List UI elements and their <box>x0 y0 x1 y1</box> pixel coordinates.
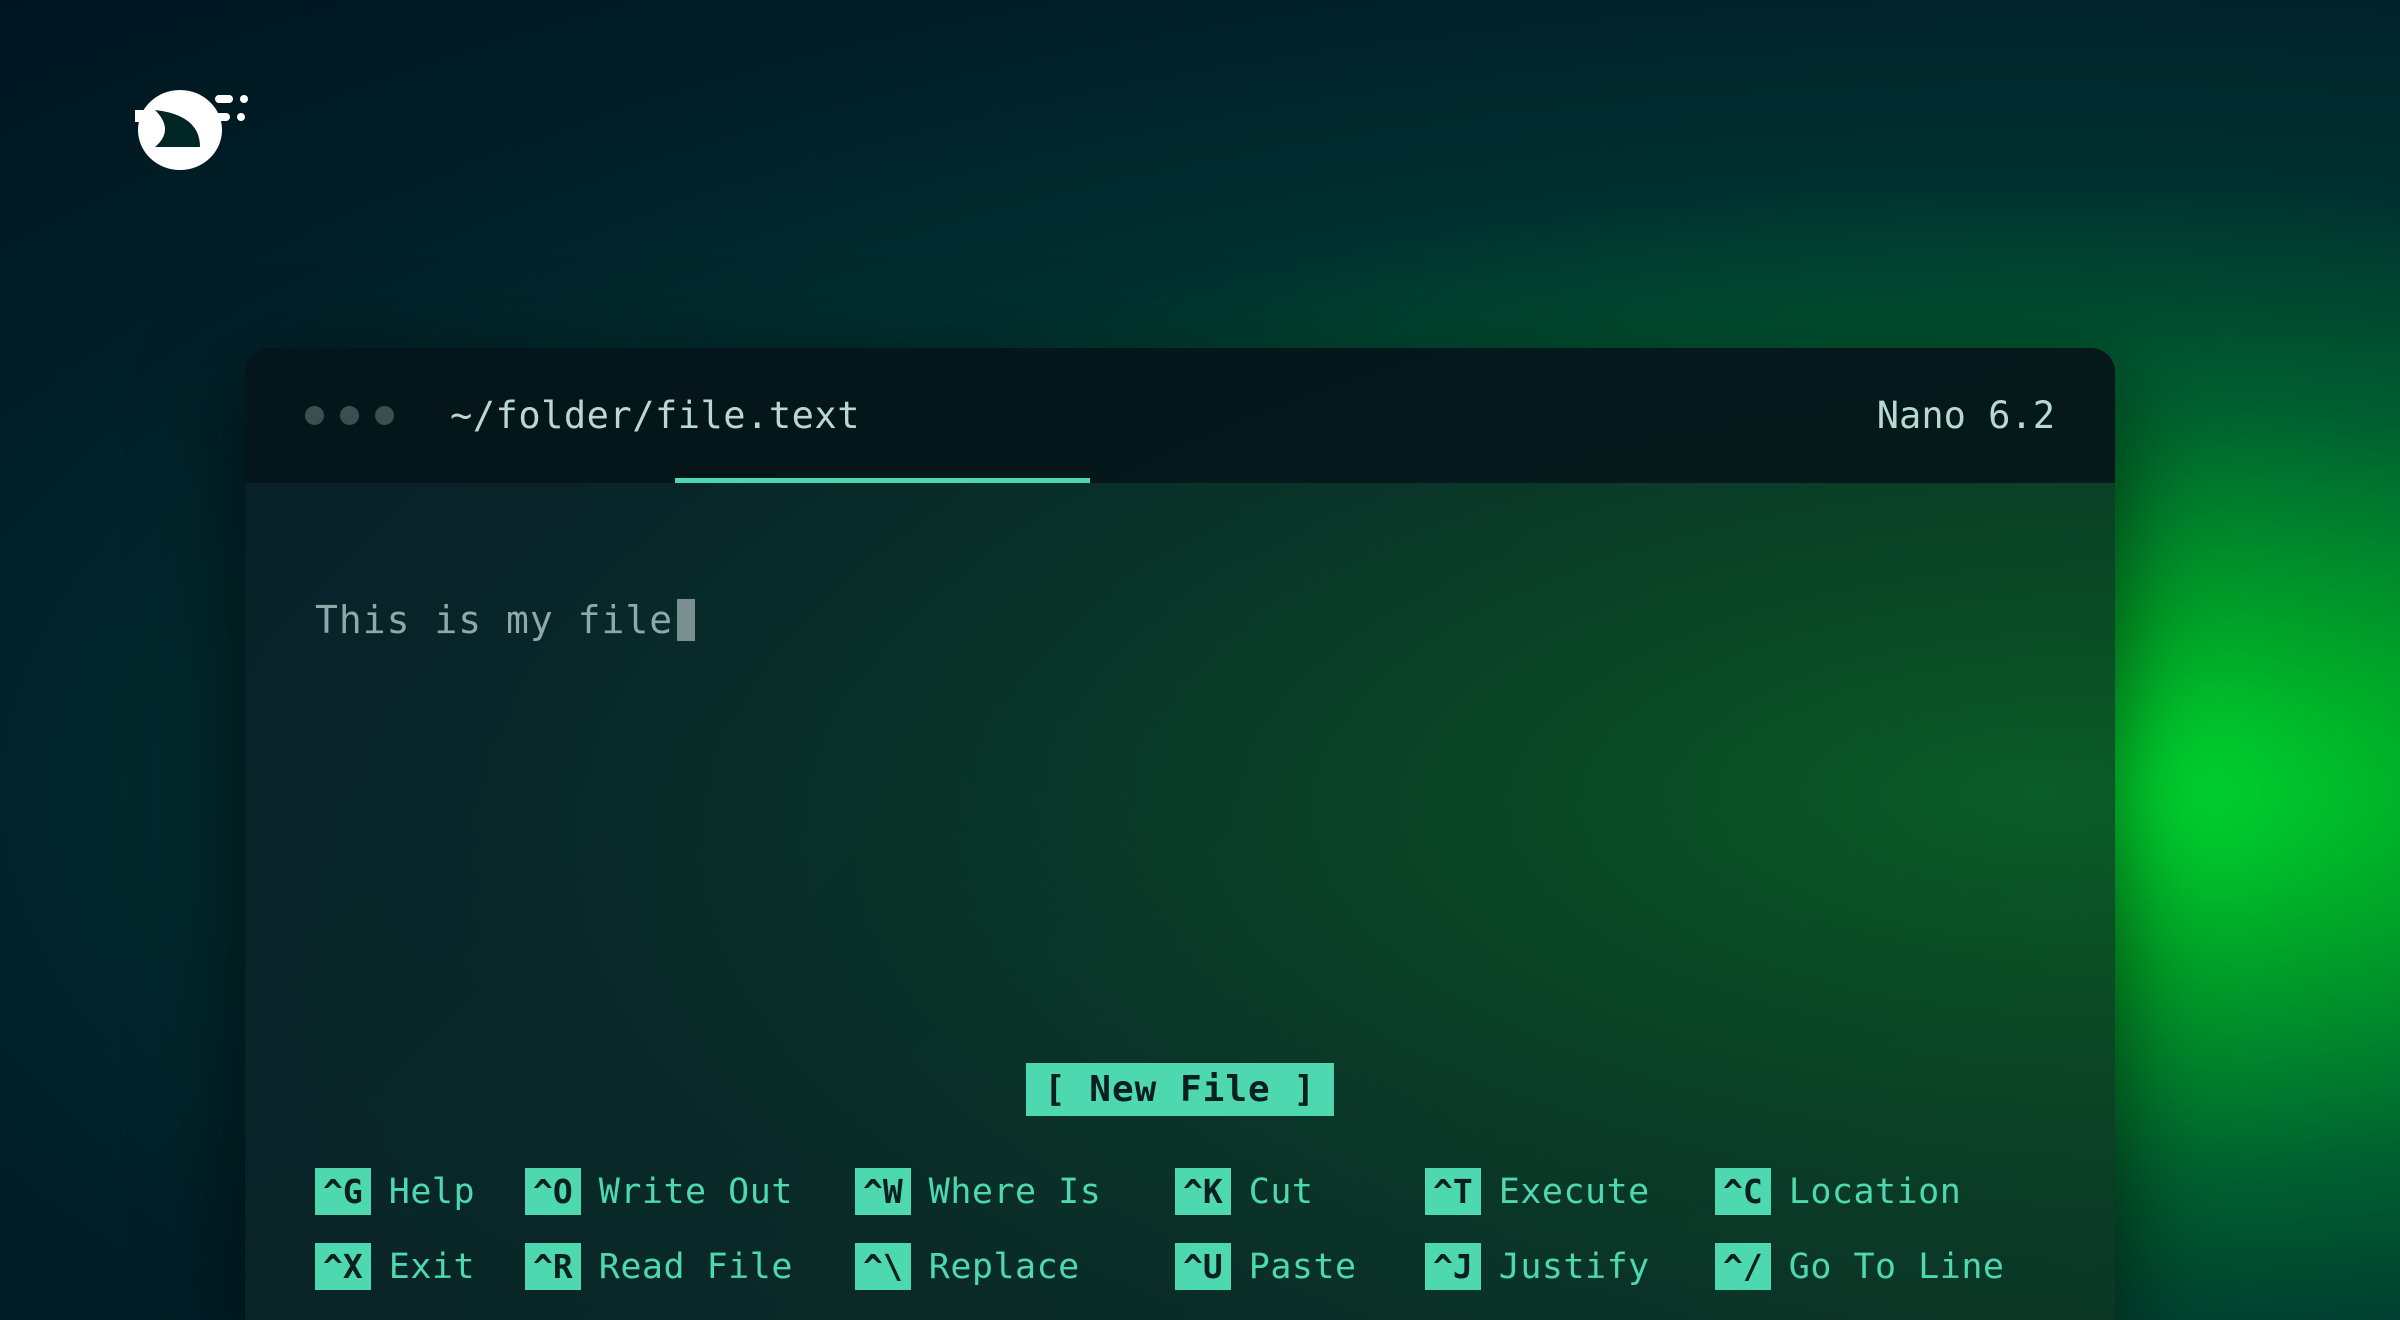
shortcut-cut[interactable]: ^K Cut <box>1175 1168 1425 1215</box>
shortcut-where-is[interactable]: ^W Where Is <box>855 1168 1175 1215</box>
terminal-window: ~/folder/file.text Nano 6.2 This is my f… <box>245 348 2115 1320</box>
shortcut-go-to-line[interactable]: ^/ Go To Line <box>1715 1243 2045 1290</box>
editor-body[interactable]: This is my file [ New File ] ^G Help ^O … <box>245 483 2115 1320</box>
editor-version: Nano 6.2 <box>1877 394 2055 437</box>
shortcut-key: ^R <box>525 1243 581 1290</box>
shortcut-label: Location <box>1789 1172 1962 1212</box>
shortcut-read-file[interactable]: ^R Read File <box>525 1243 855 1290</box>
brand-logo <box>105 75 255 175</box>
shortcut-key: ^\ <box>855 1243 911 1290</box>
shortcut-key: ^X <box>315 1243 371 1290</box>
shortcut-replace[interactable]: ^\ Replace <box>855 1243 1175 1290</box>
shortcuts-bar: ^G Help ^O Write Out ^W Where Is ^K Cut … <box>315 1168 2045 1290</box>
shortcut-key: ^K <box>1175 1168 1231 1215</box>
shortcut-label: Write Out <box>599 1172 793 1212</box>
shortcut-label: Help <box>389 1172 475 1212</box>
window-maximize-button[interactable] <box>375 406 394 425</box>
shortcut-key: ^J <box>1425 1243 1481 1290</box>
shortcut-key: ^T <box>1425 1168 1481 1215</box>
shortcut-label: Replace <box>929 1247 1080 1287</box>
shortcut-key: ^C <box>1715 1168 1771 1215</box>
content-text: This is my file <box>315 598 673 642</box>
shortcut-help[interactable]: ^G Help <box>315 1168 525 1215</box>
shortcut-write-out[interactable]: ^O Write Out <box>525 1168 855 1215</box>
shortcut-label: Exit <box>389 1247 475 1287</box>
shortcut-location[interactable]: ^C Location <box>1715 1168 2045 1215</box>
file-content[interactable]: This is my file <box>315 598 2045 642</box>
shortcut-label: Cut <box>1249 1172 1314 1212</box>
shortcut-label: Execute <box>1499 1172 1650 1212</box>
shortcut-exit[interactable]: ^X Exit <box>315 1243 525 1290</box>
shortcut-label: Read File <box>599 1247 793 1287</box>
window-close-button[interactable] <box>305 406 324 425</box>
window-controls <box>305 406 394 425</box>
shortcut-key: ^G <box>315 1168 371 1215</box>
window-minimize-button[interactable] <box>340 406 359 425</box>
shortcut-execute[interactable]: ^T Execute <box>1425 1168 1715 1215</box>
shortcut-justify[interactable]: ^J Justify <box>1425 1243 1715 1290</box>
titlebar: ~/folder/file.text Nano 6.2 <box>245 348 2115 483</box>
shortcut-key: ^O <box>525 1168 581 1215</box>
shortcut-key: ^W <box>855 1168 911 1215</box>
filepath: ~/folder/file.text <box>450 394 860 437</box>
shortcut-paste[interactable]: ^U Paste <box>1175 1243 1425 1290</box>
shortcut-key: ^U <box>1175 1243 1231 1290</box>
shortcut-key: ^/ <box>1715 1243 1771 1290</box>
shortcut-label: Where Is <box>929 1172 1102 1212</box>
status-line: [ New File ] <box>1026 1069 1334 1110</box>
shortcut-label: Justify <box>1499 1247 1650 1287</box>
status-badge: [ New File ] <box>1026 1063 1334 1116</box>
shortcut-label: Go To Line <box>1789 1247 2005 1287</box>
text-cursor <box>677 599 695 641</box>
shortcut-label: Paste <box>1249 1247 1357 1287</box>
